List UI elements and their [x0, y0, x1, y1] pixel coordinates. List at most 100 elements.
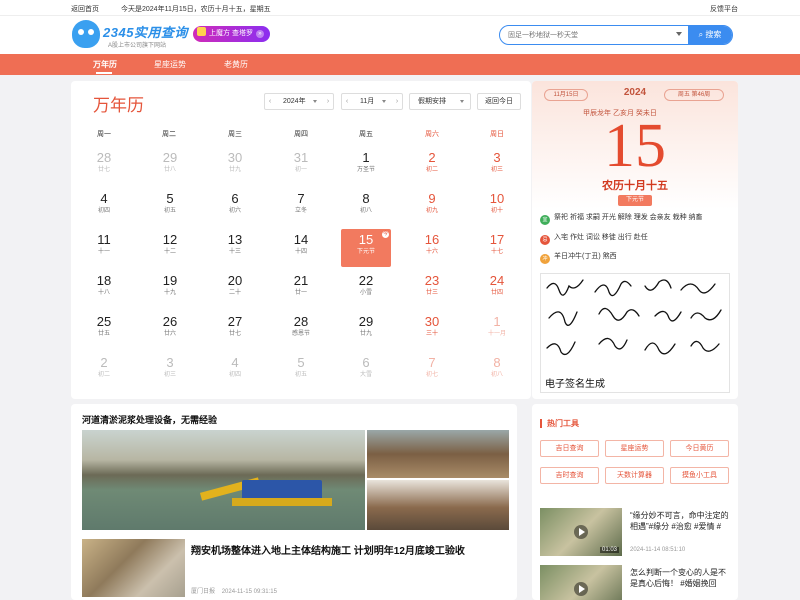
- lunar-day: 十九: [163, 290, 176, 296]
- calendar-day[interactable]: 29 廿八: [145, 147, 195, 185]
- calendar-day[interactable]: 12 十二: [145, 229, 195, 267]
- calendar-day[interactable]: 25 廿五: [79, 311, 129, 349]
- holiday-select[interactable]: 假期安排: [409, 93, 471, 110]
- next-year-icon[interactable]: ›: [323, 94, 333, 109]
- lunar-day: 初二: [97, 372, 110, 378]
- calendar-day-today[interactable]: 15 下元节今: [341, 229, 391, 267]
- calendar-day[interactable]: 18 十八: [79, 270, 129, 308]
- calendar-day[interactable]: 9 初九: [407, 188, 457, 226]
- calendar-day[interactable]: 22 小雪: [341, 270, 391, 308]
- calendar-day[interactable]: 11 十一: [79, 229, 129, 267]
- calendar-day[interactable]: 7 初七: [407, 352, 457, 390]
- calendar-day[interactable]: 29 廿九: [341, 311, 391, 349]
- news-main-image[interactable]: [82, 430, 365, 530]
- calendar-day[interactable]: 4 初四: [210, 352, 260, 390]
- search-button[interactable]: ⌕ 搜索: [688, 26, 732, 44]
- site-logo[interactable]: 2345实用查询: [103, 22, 188, 41]
- month-value: 11月: [360, 98, 375, 105]
- nav-tab-almanac[interactable]: 老黄历: [224, 59, 248, 70]
- calendar-day[interactable]: 16 十六: [407, 229, 457, 267]
- calendar-day[interactable]: 28 感恩节: [276, 311, 326, 349]
- calendar-day[interactable]: 1 万圣节: [341, 147, 391, 185]
- day-detail-panel: 11月15日 2024 周五 第46周 甲辰龙年 乙亥月 癸未日 15 农历十月…: [532, 81, 738, 399]
- feedback-link[interactable]: 反馈平台: [710, 4, 738, 14]
- prev-month-icon[interactable]: ‹: [342, 94, 352, 109]
- hot-tools-panel: 热门工具 吉日查询 星座运势 今日黄历 吉时查询 天数计算器 摸鱼小工具 01:…: [532, 404, 738, 600]
- play-icon[interactable]: [574, 582, 588, 596]
- play-icon[interactable]: [574, 525, 588, 539]
- calendar-day[interactable]: 8 初八: [472, 352, 522, 390]
- calendar-day[interactable]: 27 廿七: [210, 311, 260, 349]
- tool-button[interactable]: 今日黄历: [670, 440, 729, 457]
- day-number: 28: [96, 150, 112, 165]
- home-link[interactable]: 返回首页: [71, 4, 99, 14]
- tool-button[interactable]: 摸鱼小工具: [670, 467, 729, 484]
- video-title[interactable]: “缘分妙不可言，命中注定的相遇”#缘分 #治愈 #爱情 #: [630, 510, 732, 532]
- calendar-day[interactable]: 14 十四: [276, 229, 326, 267]
- calendar-day[interactable]: 1 十一月: [472, 311, 522, 349]
- calendar-day[interactable]: 30 三十: [407, 311, 457, 349]
- calendar-day[interactable]: 30 廿九: [210, 147, 260, 185]
- search-input[interactable]: [508, 28, 678, 42]
- weekday-label: 周日: [490, 131, 504, 138]
- octopus-logo-icon[interactable]: [72, 20, 100, 48]
- tool-button[interactable]: 吉时查询: [540, 467, 599, 484]
- chevron-down-icon[interactable]: [676, 32, 682, 36]
- ad-banner-button[interactable]: 上魔方 查塔罗»: [193, 26, 270, 42]
- calendar-day[interactable]: 2 初二: [407, 147, 457, 185]
- calendar-day[interactable]: 21 廿一: [276, 270, 326, 308]
- calendar-day[interactable]: 2 初二: [79, 352, 129, 390]
- nav-tab-horoscope[interactable]: 星座运势: [154, 59, 186, 70]
- calendar-day[interactable]: 13 十三: [210, 229, 260, 267]
- lunar-day: 小雪: [359, 290, 372, 296]
- year-select[interactable]: ‹ 2024年 ›: [264, 93, 334, 110]
- calendar-day[interactable]: 3 初三: [145, 352, 195, 390]
- prev-year-icon[interactable]: ‹: [265, 94, 275, 109]
- calendar-day[interactable]: 17 十七: [472, 229, 522, 267]
- weekday-label: 周四: [294, 131, 308, 138]
- calendar-day[interactable]: 26 廿六: [145, 311, 195, 349]
- news-thumbnail[interactable]: [82, 539, 185, 597]
- calendar-day[interactable]: 19 十九: [145, 270, 195, 308]
- calendar-day[interactable]: 7 立冬: [276, 188, 326, 226]
- calendar-day[interactable]: 4 初四: [79, 188, 129, 226]
- calendar-day[interactable]: 20 二十: [210, 270, 260, 308]
- calendar-day[interactable]: 10 初十: [472, 188, 522, 226]
- calendar-day[interactable]: 3 初三: [472, 147, 522, 185]
- weekday-label: 周五: [359, 131, 373, 138]
- next-month-icon[interactable]: ›: [392, 94, 402, 109]
- day-number: 20: [227, 273, 243, 288]
- calendar-day[interactable]: 28 廿七: [79, 147, 129, 185]
- news-image-top-right[interactable]: [367, 430, 509, 478]
- calendar-day[interactable]: 5 初五: [145, 188, 195, 226]
- calendar-day[interactable]: 31 初一: [276, 147, 326, 185]
- day-number: 8: [493, 355, 501, 370]
- lunar-day: 廿六: [163, 331, 176, 337]
- calendar-day[interactable]: 24 廿四: [472, 270, 522, 308]
- video-thumbnail[interactable]: [540, 565, 622, 600]
- tool-button[interactable]: 天数计算器: [605, 467, 664, 484]
- month-select[interactable]: ‹ 11月 ›: [341, 93, 403, 110]
- news-article-title[interactable]: 翔安机场整体进入地上主体结构施工 计划明年12月底竣工验收: [191, 542, 465, 557]
- hot-tools-title: 热门工具: [540, 419, 579, 428]
- calendar-day[interactable]: 23 廿三: [407, 270, 457, 308]
- tool-button[interactable]: 吉日查询: [540, 440, 599, 457]
- nav-tab-calendar[interactable]: 万年历: [93, 59, 117, 70]
- news-image-bottom-right[interactable]: [367, 480, 509, 530]
- lunar-day: 下元节: [356, 249, 375, 255]
- back-to-today-button[interactable]: 返回今日: [477, 93, 521, 110]
- tool-button[interactable]: 星座运势: [605, 440, 664, 457]
- yi-row: 宜祭祀 祈福 求嗣 开光 解除 理发 会亲友 栽种 纳畜: [540, 212, 703, 225]
- calendar-day[interactable]: 6 初六: [210, 188, 260, 226]
- video-title[interactable]: 怎么判断一个变心的人是不是真心后悔！ #婚姻挽回: [630, 567, 732, 589]
- lunar-day: 初七: [425, 372, 438, 378]
- day-number: 25: [96, 314, 112, 329]
- e-signature-ad[interactable]: 电子签名生成: [540, 273, 730, 393]
- calendar-day[interactable]: 8 初八: [341, 188, 391, 226]
- news-headline[interactable]: 河道清淤泥浆处理设备，无需经验: [82, 413, 217, 426]
- calendar-day[interactable]: 5 初五: [276, 352, 326, 390]
- day-number: 16: [424, 232, 440, 247]
- calendar-day[interactable]: 6 大雪: [341, 352, 391, 390]
- video-thumbnail[interactable]: 01:03: [540, 508, 622, 556]
- day-number: 10: [489, 191, 505, 206]
